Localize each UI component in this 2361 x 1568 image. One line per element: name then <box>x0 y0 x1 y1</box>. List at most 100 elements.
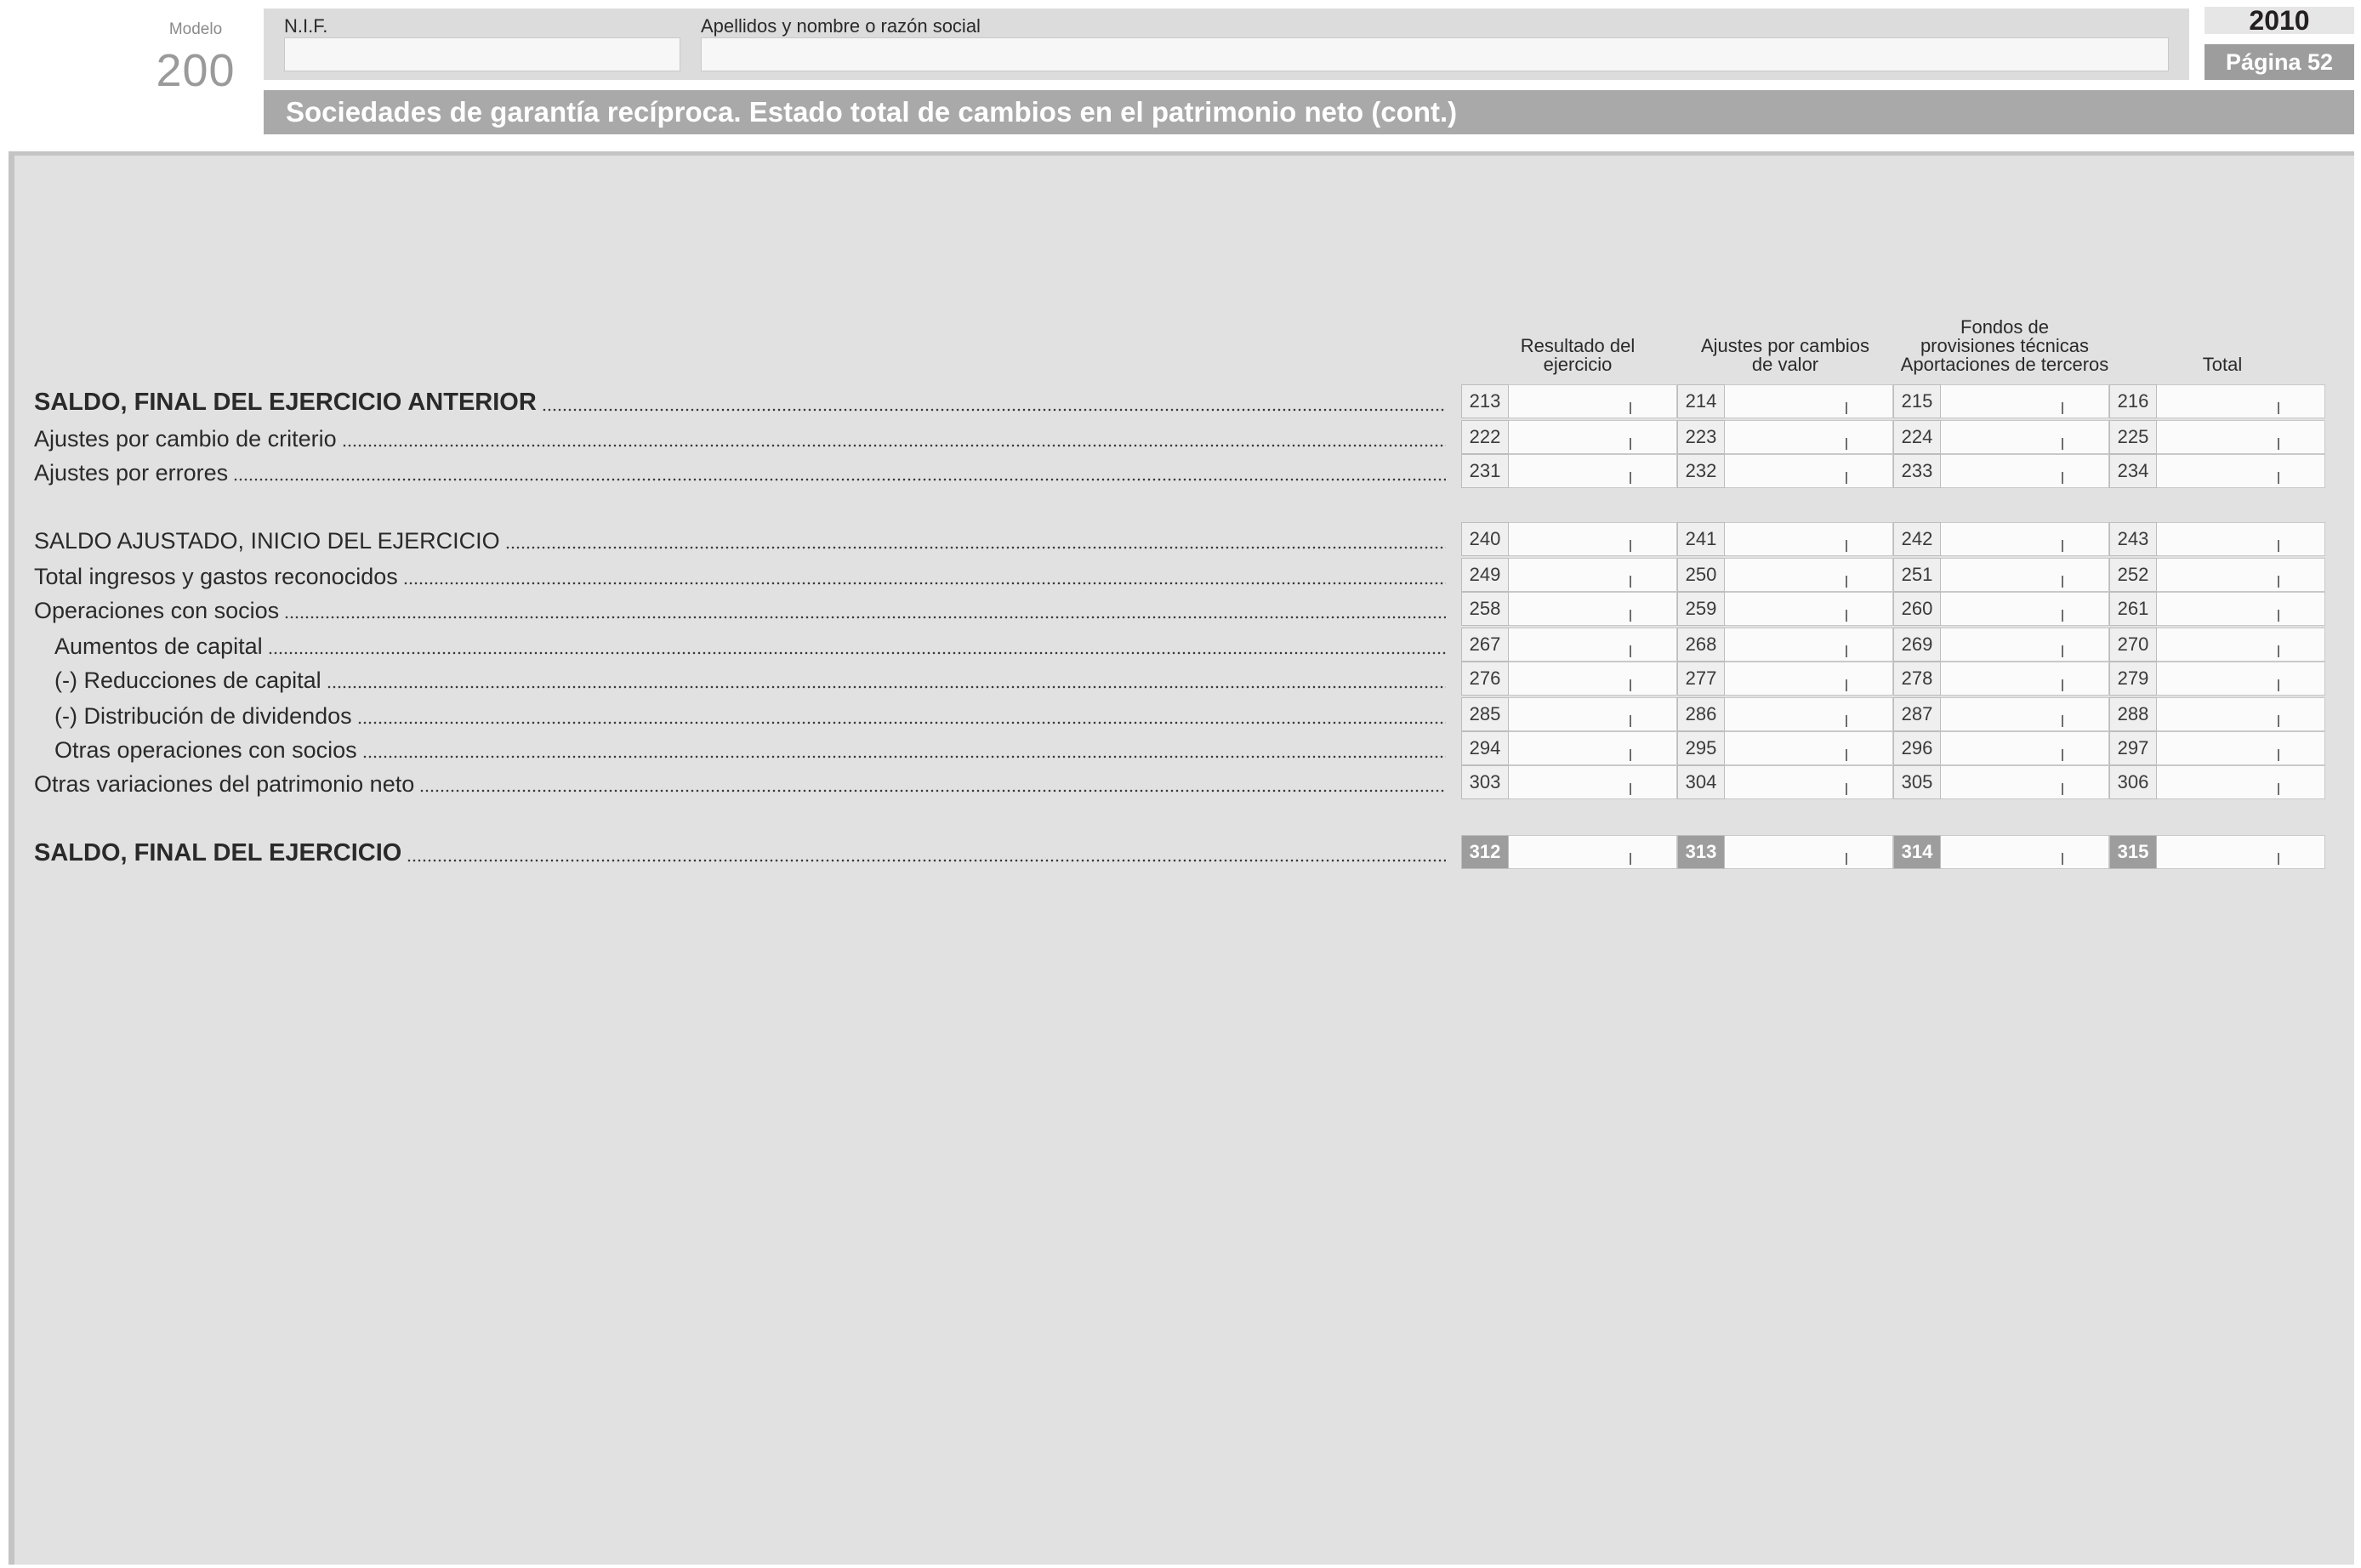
box-code: 258 <box>1461 592 1509 626</box>
amount-input[interactable] <box>1941 522 2109 556</box>
field-cell: 259 <box>1677 592 1893 626</box>
amount-input[interactable] <box>2157 662 2325 696</box>
field-cell: 306 <box>2109 765 2325 799</box>
amount-input[interactable] <box>1509 697 1677 731</box>
amount-input[interactable] <box>1725 697 1893 731</box>
amount-input[interactable] <box>1941 662 2109 696</box>
box-code: 222 <box>1461 420 1509 454</box>
amount-input[interactable] <box>1725 765 1893 799</box>
leader-dots <box>541 408 1446 412</box>
box-code: 223 <box>1677 420 1725 454</box>
amount-input[interactable] <box>2157 558 2325 592</box>
leader-dots <box>284 616 1446 619</box>
box-code: 306 <box>2109 765 2157 799</box>
amount-input[interactable] <box>2157 628 2325 662</box>
amount-input[interactable] <box>1725 628 1893 662</box>
amount-input[interactable] <box>1509 592 1677 626</box>
row-label: Otras operaciones con socios <box>34 730 1446 764</box>
amount-input[interactable] <box>1941 454 2109 488</box>
box-code: 225 <box>2109 420 2157 454</box>
decimal-separator-mark <box>2062 853 2063 865</box>
box-code: 261 <box>2109 592 2157 626</box>
row-label: SALDO, FINAL DEL EJERCICIO <box>34 833 1446 867</box>
box-code: 313 <box>1677 835 1725 869</box>
decimal-separator-mark <box>1846 749 1847 761</box>
row-label: Total ingresos y gastos reconocidos <box>34 556 1446 590</box>
amount-input[interactable] <box>1941 765 2109 799</box>
amount-input[interactable] <box>1725 420 1893 454</box>
amount-input[interactable] <box>1941 697 2109 731</box>
decimal-separator-mark <box>2278 783 2279 795</box>
field-cell: 295 <box>1677 731 1893 765</box>
amount-input[interactable] <box>2157 384 2325 418</box>
amount-input[interactable] <box>1725 592 1893 626</box>
decimal-separator-mark <box>1630 853 1631 865</box>
decimal-separator-mark <box>2062 783 2063 795</box>
decimal-separator-mark <box>1630 645 1631 657</box>
leader-dots <box>419 789 1446 793</box>
amount-input[interactable] <box>2157 731 2325 765</box>
amount-input[interactable] <box>1725 731 1893 765</box>
amount-input[interactable] <box>1941 420 2109 454</box>
amount-input[interactable] <box>2157 592 2325 626</box>
amount-input[interactable] <box>1509 628 1677 662</box>
box-code: 215 <box>1893 384 1941 418</box>
leader-dots <box>233 478 1446 481</box>
box-code: 243 <box>2109 522 2157 556</box>
box-code: 249 <box>1461 558 1509 592</box>
name-input[interactable] <box>701 37 2169 71</box>
field-cell: 305 <box>1893 765 2109 799</box>
amount-input[interactable] <box>1725 662 1893 696</box>
field-cell: 269 <box>1893 628 2109 662</box>
box-code: 241 <box>1677 522 1725 556</box>
decimal-separator-mark <box>1630 438 1631 450</box>
box-code: 286 <box>1677 697 1725 731</box>
field-cell: 261 <box>2109 592 2325 626</box>
amount-input[interactable] <box>1509 558 1677 592</box>
leader-dots <box>267 651 1446 655</box>
amount-input[interactable] <box>2157 420 2325 454</box>
nif-input[interactable] <box>284 37 680 71</box>
amount-input[interactable] <box>1725 522 1893 556</box>
amount-input[interactable] <box>1725 384 1893 418</box>
box-code: 269 <box>1893 628 1941 662</box>
box-code: 303 <box>1461 765 1509 799</box>
amount-input[interactable] <box>1509 420 1677 454</box>
amount-input[interactable] <box>2157 454 2325 488</box>
box-code: 279 <box>2109 662 2157 696</box>
page-title: Sociedades de garantía recíproca. Estado… <box>264 90 2354 134</box>
amount-input[interactable] <box>2157 835 2325 869</box>
amount-input[interactable] <box>1509 731 1677 765</box>
decimal-separator-mark <box>1630 472 1631 484</box>
amount-input[interactable] <box>1941 558 2109 592</box>
decimal-separator-mark <box>2062 715 2063 727</box>
amount-input[interactable] <box>1509 765 1677 799</box>
amount-input[interactable] <box>1941 835 2109 869</box>
amount-input[interactable] <box>1725 454 1893 488</box>
amount-input[interactable] <box>1725 558 1893 592</box>
amount-input[interactable] <box>1509 835 1677 869</box>
amount-input[interactable] <box>1509 522 1677 556</box>
amount-input[interactable] <box>2157 697 2325 731</box>
decimal-separator-mark <box>2062 472 2063 484</box>
field-cell: 251 <box>1893 558 2109 592</box>
decimal-separator-mark <box>1630 679 1631 691</box>
amount-input[interactable] <box>2157 765 2325 799</box>
decimal-separator-mark <box>1630 783 1631 795</box>
amount-input[interactable] <box>2157 522 2325 556</box>
row-label-text: Ajustes por cambio de criterio <box>34 426 337 452</box>
decimal-separator-mark <box>1846 783 1847 795</box>
amount-input[interactable] <box>1941 731 2109 765</box>
amount-input[interactable] <box>1941 592 2109 626</box>
amount-input[interactable] <box>1725 835 1893 869</box>
amount-input[interactable] <box>1941 384 2109 418</box>
field-cell: 296 <box>1893 731 2109 765</box>
amount-input[interactable] <box>1941 628 2109 662</box>
amount-input[interactable] <box>1509 662 1677 696</box>
box-code: 252 <box>2109 558 2157 592</box>
amount-input[interactable] <box>1509 384 1677 418</box>
amount-input[interactable] <box>1509 454 1677 488</box>
decimal-separator-mark <box>1846 645 1847 657</box>
decimal-separator-mark <box>2062 749 2063 761</box>
decimal-separator-mark <box>2278 715 2279 727</box>
